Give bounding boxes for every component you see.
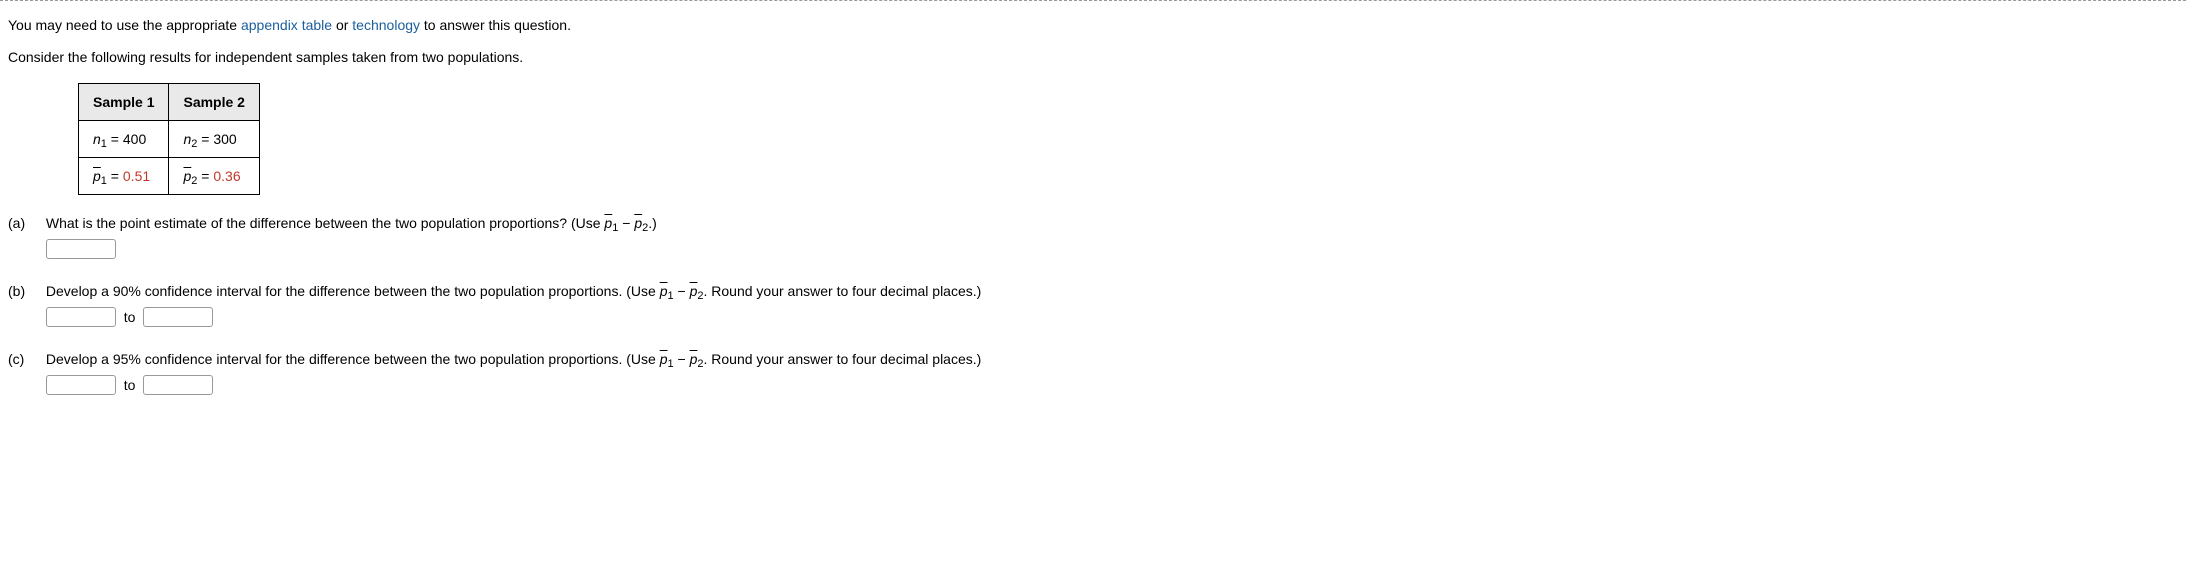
intro-text-suffix: to answer this question.: [420, 17, 571, 33]
part-b-low-input[interactable]: [46, 307, 116, 327]
p2-value: 0.36: [213, 168, 240, 184]
part-a-text-post: .): [648, 215, 657, 231]
part-c-text-pre: Develop a 95% confidence interval for th…: [46, 351, 660, 367]
part-c-high-input[interactable]: [143, 375, 213, 395]
p1-var: p: [93, 168, 101, 184]
part-b-question: Develop a 90% confidence interval for th…: [46, 283, 2176, 299]
part-c: (c) Develop a 95% confidence interval fo…: [8, 351, 2178, 395]
consider-text: Consider the following results for indep…: [8, 49, 2178, 65]
part-c-minus: −: [674, 351, 690, 367]
part-c-label: (c): [8, 351, 42, 367]
part-c-to-text: to: [124, 377, 136, 393]
intro-line: You may need to use the appropriate appe…: [8, 17, 2178, 33]
part-b-label: (b): [8, 283, 42, 299]
part-c-text-post: . Round your answer to four decimal plac…: [704, 351, 982, 367]
part-a-question: What is the point estimate of the differ…: [46, 215, 2176, 231]
n2-sub: 2: [191, 138, 197, 150]
technology-link[interactable]: technology: [352, 17, 420, 33]
part-a-label: (a): [8, 215, 42, 231]
table-cell-n1: n1 = 400: [79, 121, 169, 158]
part-a: (a) What is the point estimate of the di…: [8, 215, 2178, 259]
part-b-text-pre: Develop a 90% confidence interval for th…: [46, 283, 660, 299]
p1-eq: =: [107, 168, 123, 184]
table-cell-p1: p1 = 0.51: [79, 158, 169, 195]
n2-eq: = 300: [197, 131, 236, 147]
part-a-answer-input[interactable]: [46, 239, 116, 259]
part-c-p2-sub: 2: [697, 358, 703, 370]
intro-text-mid: or: [332, 17, 352, 33]
n1-var: n: [93, 131, 101, 147]
p2-sub: 2: [191, 175, 197, 187]
part-a-text-pre: What is the point estimate of the differ…: [46, 215, 605, 231]
part-b-text-post: . Round your answer to four decimal plac…: [704, 283, 982, 299]
part-c-question: Develop a 95% confidence interval for th…: [46, 351, 2176, 367]
p2-eq: =: [197, 168, 213, 184]
table-header-sample1: Sample 1: [79, 84, 169, 121]
part-c-p1-sub: 1: [667, 358, 673, 370]
part-b-to-text: to: [124, 309, 136, 325]
part-a-p2-sub: 2: [642, 222, 648, 234]
p1-sub: 1: [101, 175, 107, 187]
table-header-sample2: Sample 2: [169, 84, 259, 121]
table-cell-n2: n2 = 300: [169, 121, 259, 158]
part-a-p1-sub: 1: [612, 222, 618, 234]
part-b-high-input[interactable]: [143, 307, 213, 327]
part-b-p1-sub: 1: [667, 290, 673, 302]
part-b: (b) Develop a 90% confidence interval fo…: [8, 283, 2178, 327]
n1-eq: = 400: [107, 131, 146, 147]
table-cell-p2: p2 = 0.36: [169, 158, 259, 195]
part-c-low-input[interactable]: [46, 375, 116, 395]
samples-table: Sample 1 Sample 2 n1 = 400 n2 = 300 p1 =…: [78, 83, 260, 195]
appendix-table-link[interactable]: appendix table: [241, 17, 332, 33]
part-a-p2: p: [634, 215, 642, 231]
part-a-minus: −: [618, 215, 634, 231]
part-b-minus: −: [674, 283, 690, 299]
p1-value: 0.51: [123, 168, 150, 184]
intro-text-prefix: You may need to use the appropriate: [8, 17, 241, 33]
n1-sub: 1: [101, 138, 107, 150]
part-b-p2-sub: 2: [697, 290, 703, 302]
